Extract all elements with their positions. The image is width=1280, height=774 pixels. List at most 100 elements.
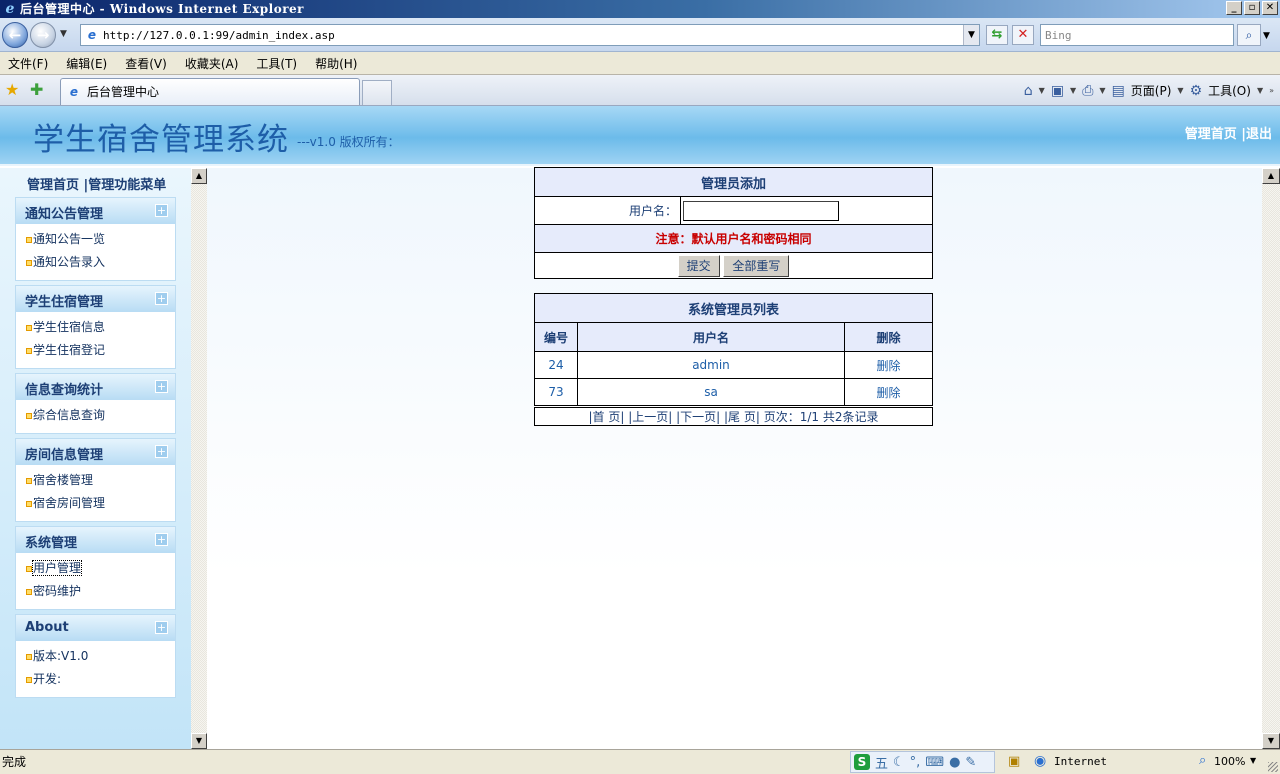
tab-ie-icon: e: [69, 85, 79, 99]
zoom-level[interactable]: 100%: [1214, 754, 1245, 770]
page-menu-button[interactable]: 页面(P): [1131, 82, 1172, 99]
ime-settings-icon[interactable]: ✎: [965, 755, 976, 770]
print-dropdown-icon[interactable]: ▼: [1099, 86, 1105, 95]
ime-logo-icon[interactable]: S: [854, 754, 870, 770]
header-home-link[interactable]: 管理首页: [1185, 127, 1237, 142]
menu-link-combined-query[interactable]: 综合信息查询: [16, 404, 175, 427]
search-icon[interactable]: ⌕: [1237, 24, 1261, 46]
scroll-down-arrow-icon[interactable]: ▼: [1262, 733, 1280, 749]
scroll-up-arrow-icon[interactable]: ▲: [191, 168, 207, 184]
menu-file[interactable]: 文件(F): [8, 55, 48, 72]
menu-group-header[interactable]: 系统管理 +: [16, 527, 175, 553]
scroll-up-arrow-icon[interactable]: ▲: [1262, 168, 1280, 184]
menu-link-label: 学生住宿信息: [33, 320, 106, 334]
expand-icon[interactable]: +: [155, 621, 168, 634]
page-icon: e: [87, 28, 97, 42]
menu-link-label: 综合信息查询: [33, 408, 106, 422]
stop-button[interactable]: ✕: [1012, 25, 1034, 45]
tab-admin-center[interactable]: e 后台管理中心: [60, 78, 360, 105]
menu-group-header[interactable]: 房间信息管理 +: [16, 439, 175, 465]
left-frame-scrollbar[interactable]: ▲ ▼: [191, 168, 207, 749]
new-tab-button[interactable]: [362, 80, 392, 105]
menu-link-label: 宿舍房间管理: [33, 496, 106, 510]
minimize-button[interactable]: _: [1226, 1, 1242, 15]
refresh-button[interactable]: ⇆: [986, 25, 1008, 45]
close-button[interactable]: ✕: [1262, 1, 1278, 15]
scroll-down-arrow-icon[interactable]: ▼: [191, 733, 207, 749]
admin-list-table: 系统管理员列表 编号 用户名 删除 24 admin 删除 73 sa 删除 |…: [534, 293, 933, 426]
username-cell: [680, 196, 933, 225]
search-input[interactable]: Bing: [1040, 24, 1234, 46]
menu-link-user-management[interactable]: 用户管理: [16, 557, 175, 580]
expand-icon[interactable]: +: [155, 445, 168, 458]
header-links: 管理首页 |退出: [1185, 123, 1272, 142]
menu-group-header[interactable]: About +: [16, 615, 175, 641]
address-url[interactable]: http://127.0.0.1:99/admin_index.asp: [103, 28, 335, 44]
delete-link[interactable]: 删除: [844, 378, 933, 406]
expand-icon[interactable]: +: [155, 533, 168, 546]
ime-mode-icon[interactable]: 五: [875, 753, 888, 772]
menu-group-header[interactable]: 通知公告管理 +: [16, 198, 175, 224]
submit-button[interactable]: 提交: [677, 254, 720, 277]
menu-favorites[interactable]: 收藏夹(A): [185, 55, 239, 72]
username-input[interactable]: [683, 200, 839, 221]
forward-button[interactable]: →: [30, 22, 56, 48]
left-menu-heading[interactable]: 管理首页 |管理功能菜单: [27, 174, 166, 193]
favorites-star-icon[interactable]: ★: [5, 81, 19, 99]
menu-link-lodging-register[interactable]: 学生住宿登记: [16, 339, 175, 362]
menu-group-header[interactable]: 信息查询统计 +: [16, 374, 175, 400]
menu-tools[interactable]: 工具(T): [256, 55, 297, 72]
zoom-dropdown-icon[interactable]: ▼: [1250, 756, 1256, 765]
menu-link-lodging-info[interactable]: 学生住宿信息: [16, 316, 175, 339]
column-header-id: 编号: [534, 322, 578, 352]
expand-icon[interactable]: +: [155, 204, 168, 217]
restore-button[interactable]: ▫: [1244, 1, 1260, 15]
tools-dropdown-icon[interactable]: ▼: [1257, 86, 1263, 95]
pagination[interactable]: |首 页| |上一页| |下一页| |尾 页| 页次：1/1 共2条记录: [534, 407, 933, 426]
feeds-dropdown-icon[interactable]: ▼: [1070, 86, 1076, 95]
home-dropdown-icon[interactable]: ▼: [1039, 86, 1045, 95]
main-frame-scrollbar[interactable]: ▲ ▼: [1262, 168, 1280, 749]
delete-link[interactable]: 删除: [844, 351, 933, 379]
add-favorite-icon[interactable]: ✚: [30, 81, 43, 99]
menu-edit[interactable]: 编辑(E): [66, 55, 107, 72]
internet-zone-icon: ◉: [1034, 753, 1047, 769]
ime-user-icon[interactable]: ●: [949, 755, 960, 770]
menu-link-building[interactable]: 宿舍楼管理: [16, 469, 175, 492]
page-dropdown-icon[interactable]: ▼: [1177, 86, 1183, 95]
print-icon[interactable]: ⎙: [1082, 83, 1093, 99]
search-options-icon[interactable]: ▼: [1263, 31, 1270, 41]
back-button[interactable]: ←: [2, 22, 28, 48]
tools-menu-button[interactable]: 工具(O): [1208, 82, 1251, 99]
reset-button[interactable]: 全部重写: [723, 254, 790, 277]
menu-link-label: 开发:: [33, 672, 62, 686]
history-dropdown-icon[interactable]: ▼: [60, 29, 67, 39]
ime-keyboard-icon[interactable]: ⌨: [925, 755, 944, 770]
address-toolbar: ← → ▼ e http://127.0.0.1:99/admin_index.…: [0, 18, 1280, 52]
address-bar[interactable]: e http://127.0.0.1:99/admin_index.asp ▼: [80, 24, 980, 46]
menu-view[interactable]: 查看(V): [125, 55, 167, 72]
ime-halfwidth-icon[interactable]: ☾: [893, 755, 905, 770]
window-controls: _ ▫ ✕: [1226, 1, 1278, 15]
header-logout-link[interactable]: 退出: [1246, 127, 1272, 142]
expand-icon[interactable]: +: [155, 292, 168, 305]
menu-link-developer[interactable]: 开发:: [16, 668, 175, 691]
zoom-icon[interactable]: ⌕: [1199, 753, 1206, 768]
expand-icon[interactable]: +: [155, 380, 168, 393]
ime-punctuation-icon[interactable]: °,: [910, 755, 921, 770]
feeds-icon[interactable]: ▣: [1051, 83, 1064, 99]
menu-link-notice-list[interactable]: 通知公告一览: [16, 228, 175, 251]
menu-link-version[interactable]: 版本:V1.0: [16, 645, 175, 668]
menu-group-header[interactable]: 学生住宿管理 +: [16, 286, 175, 312]
home-icon[interactable]: ⌂: [1024, 83, 1033, 99]
menu-link-notice-add[interactable]: 通知公告录入: [16, 251, 175, 274]
resize-grip-icon[interactable]: [1268, 762, 1278, 772]
status-text: 完成: [2, 755, 27, 769]
menu-group-lodging: 学生住宿管理 + 学生住宿信息 学生住宿登记: [15, 285, 176, 369]
more-chevron-icon[interactable]: »: [1269, 86, 1274, 95]
form-buttons: 提交 全部重写: [534, 252, 933, 279]
menu-link-password[interactable]: 密码维护: [16, 580, 175, 603]
menu-link-room[interactable]: 宿舍房间管理: [16, 492, 175, 515]
address-dropdown-icon[interactable]: ▼: [963, 25, 979, 45]
menu-help[interactable]: 帮助(H): [315, 55, 357, 72]
